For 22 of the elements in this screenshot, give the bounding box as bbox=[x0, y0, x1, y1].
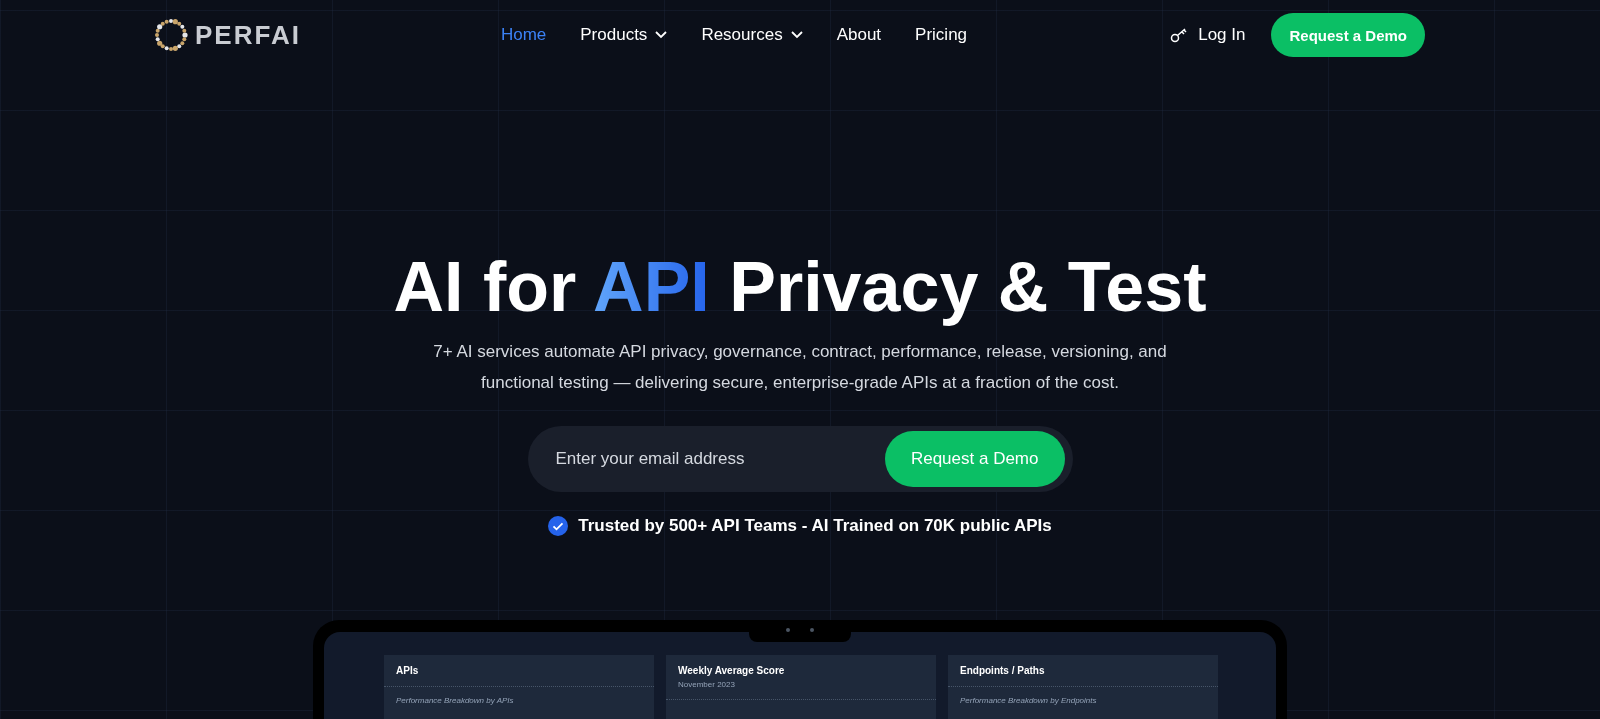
hero-title: AI for API Privacy & Test bbox=[393, 247, 1207, 328]
card-title: APIs bbox=[395, 665, 420, 676]
nav-link[interactable]: Resources bbox=[701, 25, 803, 45]
nav-link[interactable]: Products bbox=[580, 25, 668, 45]
logo-icon bbox=[153, 17, 189, 53]
login-link[interactable]: Log In bbox=[1170, 25, 1246, 45]
card-title: Endpoints / Paths bbox=[959, 665, 1046, 676]
camera-dots-icon bbox=[786, 628, 814, 632]
card-caption: Performance Breakdown by APIs bbox=[395, 695, 515, 705]
logo-text[interactable]: PERFAI bbox=[195, 19, 301, 51]
card-caption: Performance Breakdown by Endpoints bbox=[959, 695, 1098, 705]
check-icon bbox=[548, 516, 569, 536]
nav-link[interactable]: Pricing bbox=[915, 25, 968, 45]
trust-text: Trusted by 500+ API Teams - AI Trained on 70K public APIs bbox=[578, 516, 1052, 536]
chevron-down-icon bbox=[790, 31, 803, 39]
email-field[interactable]: Enter your email address bbox=[553, 448, 885, 470]
hero-subtitle: 7+ AI services automate API privacy, governance, contract, performance, release, versioning, and functional testing — delivering secure, enterprise-grade APIs at a fraction of the cost. bbox=[432, 341, 1168, 394]
nav-link[interactable]: Home bbox=[500, 25, 547, 45]
chevron-down-icon bbox=[655, 31, 668, 39]
card-subtitle: November 2023 bbox=[677, 679, 736, 689]
nav-link[interactable]: About bbox=[836, 25, 882, 45]
card-title: Weekly Average Score bbox=[677, 665, 786, 676]
